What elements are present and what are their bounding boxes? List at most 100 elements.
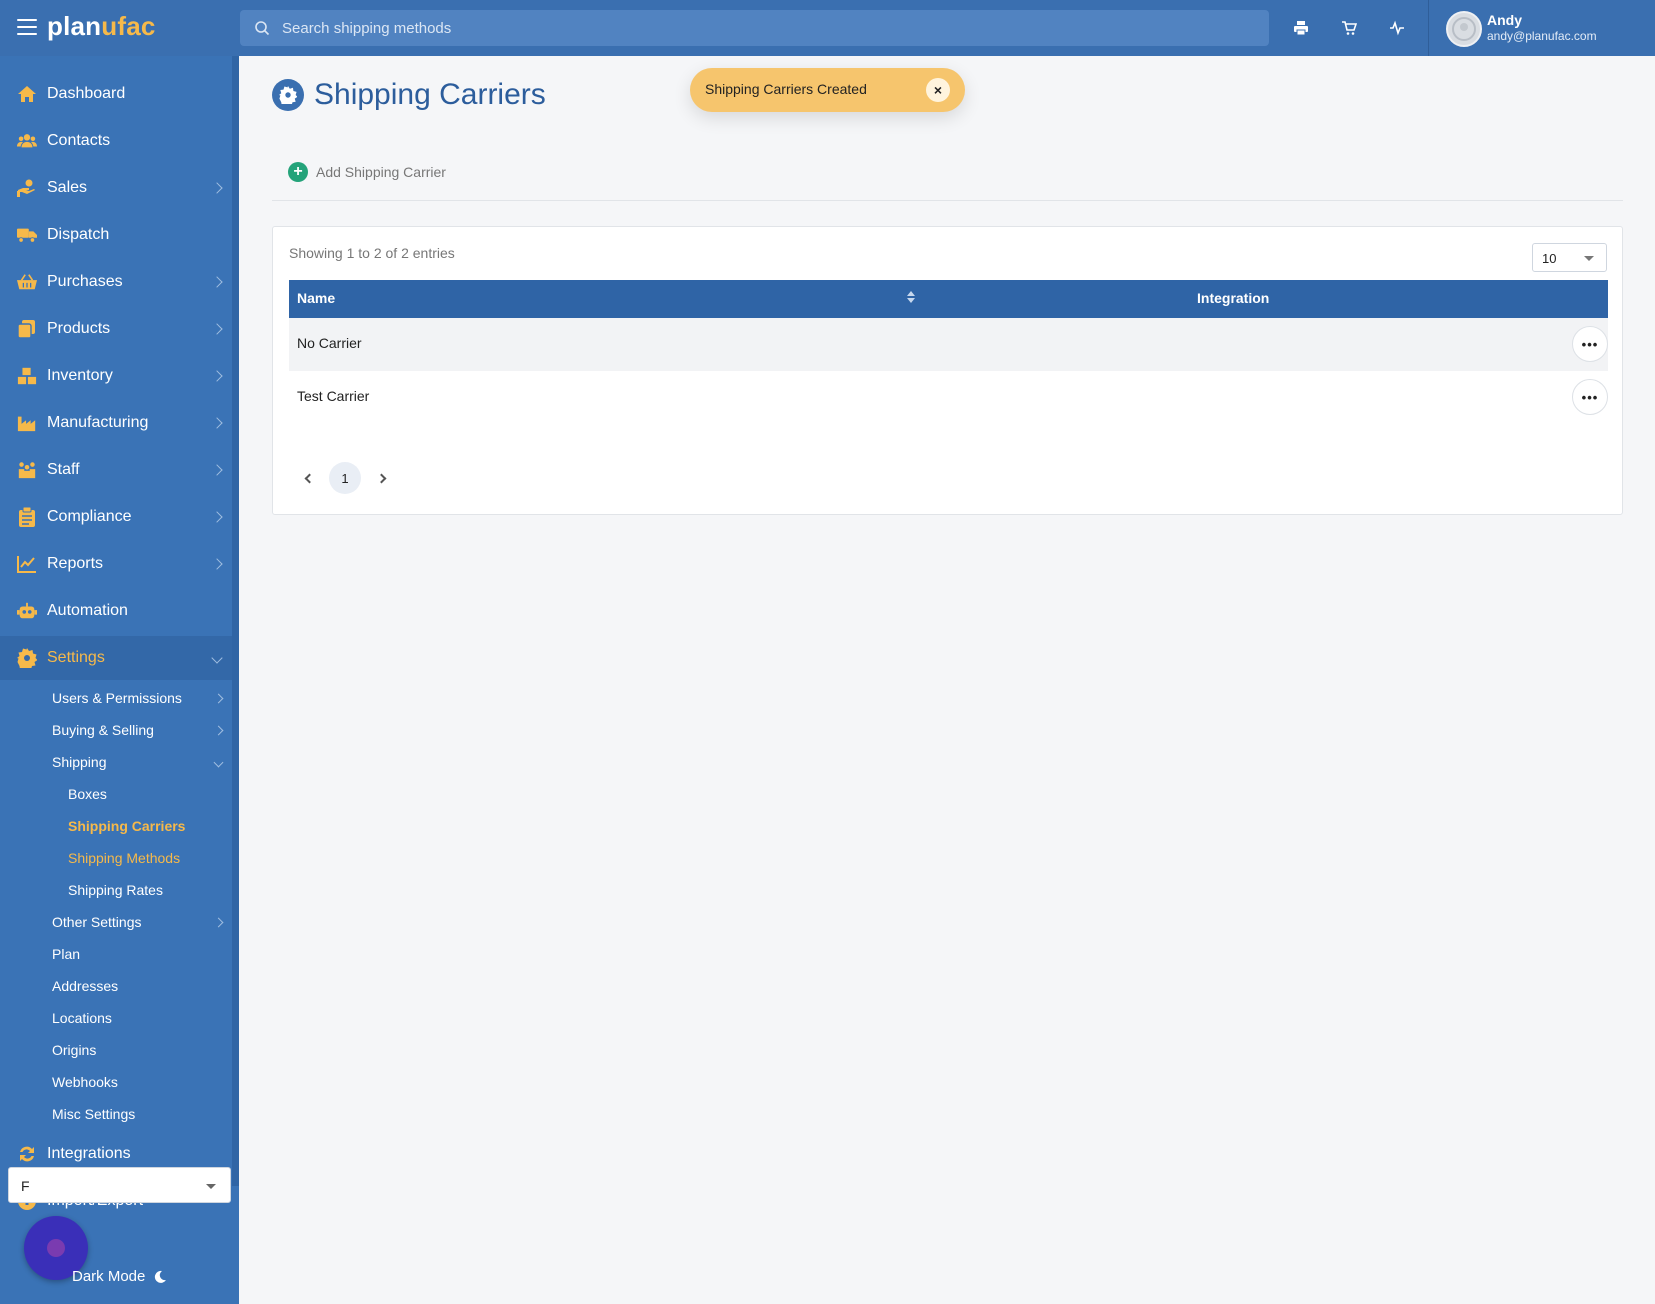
user-name[interactable]: Andy: [1487, 12, 1522, 28]
sidebar-select-value: F: [21, 1178, 30, 1194]
chevron-right-icon[interactable]: [373, 470, 389, 486]
more-options-icon[interactable]: •••: [1572, 326, 1608, 362]
clipboard-icon: [17, 507, 37, 527]
sidebar-subitem-shipping-methods[interactable]: Shipping Methods: [0, 843, 232, 873]
sidebar-item-contacts[interactable]: Contacts: [0, 119, 232, 163]
sidebar-subitem-label: Misc Settings: [52, 1106, 136, 1122]
carrier-name-cell: Test Carrier: [297, 388, 370, 404]
sidebar-subitem-other-settings[interactable]: Other Settings: [0, 907, 232, 937]
sidebar-item-automation[interactable]: Automation: [0, 589, 232, 633]
carriers-table-card: Showing 1 to 2 of 2 entries 10 Name Inte…: [272, 226, 1623, 515]
cart-icon[interactable]: [1338, 17, 1360, 39]
sidebar-subitem-label: Users & Permissions: [52, 690, 182, 706]
page-number-button[interactable]: 1: [329, 462, 361, 494]
sidebar-subitem-origins[interactable]: Origins: [0, 1035, 232, 1065]
activity-icon[interactable]: [1386, 17, 1408, 39]
sidebar-item-manufacturing[interactable]: Manufacturing: [0, 401, 232, 445]
chevron-right-icon: [213, 693, 224, 703]
chevron-right-icon: [211, 182, 223, 194]
logo-text-ufac: ufac: [101, 11, 156, 41]
sidebar-item-label: Compliance: [47, 508, 132, 525]
sync-icon: [17, 1144, 37, 1164]
sidebar-subitem-plan[interactable]: Plan: [0, 939, 232, 969]
sidebar-subitem-label: Addresses: [52, 978, 119, 994]
sidebar: Dashboard Contacts Sales Dispatch Purcha…: [0, 56, 239, 1304]
sidebar-item-label: Staff: [47, 461, 80, 478]
hamburger-menu-icon[interactable]: [17, 19, 37, 35]
sidebar-item-reports[interactable]: Reports: [0, 542, 232, 586]
sidebar-subitem-buying-selling[interactable]: Buying & Selling: [0, 715, 232, 745]
search-bar[interactable]: [240, 10, 1269, 46]
sidebar-item-dispatch[interactable]: Dispatch: [0, 213, 232, 257]
chevron-down-icon: [211, 652, 223, 664]
page-size-select[interactable]: 10: [1532, 243, 1607, 272]
sidebar-subitem-label: Shipping Carriers: [68, 818, 186, 834]
chart-line-icon: [17, 554, 37, 574]
sidebar-item-settings[interactable]: Settings: [0, 636, 232, 680]
dark-mode-toggle[interactable]: Dark Mode: [72, 1268, 167, 1285]
caret-down-icon: [1584, 256, 1594, 261]
sidebar-subitem-label: Shipping Methods: [68, 850, 181, 866]
sidebar-subitem-label: Locations: [52, 1010, 112, 1026]
sidebar-subitem-users-permissions[interactable]: Users & Permissions: [0, 683, 232, 713]
table-row[interactable]: No Carrier •••: [289, 318, 1608, 371]
close-icon[interactable]: ×: [926, 78, 950, 102]
sidebar-scrollbar[interactable]: [232, 56, 239, 1186]
sidebar-item-inventory[interactable]: Inventory: [0, 354, 232, 398]
sidebar-subitem-label: Shipping: [52, 754, 107, 770]
more-options-icon[interactable]: •••: [1572, 379, 1608, 415]
sidebar-subitem-webhooks[interactable]: Webhooks: [0, 1067, 232, 1097]
users-icon: [17, 131, 37, 151]
sidebar-item-label: Dispatch: [47, 226, 110, 243]
divider: [272, 200, 1623, 201]
sidebar-subitem-shipping-rates[interactable]: Shipping Rates: [0, 875, 232, 905]
add-shipping-carrier-label: Add Shipping Carrier: [316, 164, 446, 180]
sidebar-select[interactable]: F: [8, 1167, 231, 1203]
sidebar-item-label: Integrations: [47, 1145, 131, 1162]
chevron-left-icon[interactable]: [301, 470, 317, 486]
sort-icon[interactable]: [907, 291, 915, 305]
column-header-integration[interactable]: Integration: [1197, 290, 1269, 306]
basket-icon: [17, 272, 37, 292]
sidebar-item-label: Products: [47, 320, 111, 337]
avatar[interactable]: [1446, 11, 1482, 47]
chevron-right-icon: [211, 558, 223, 570]
sidebar-subitem-shipping[interactable]: Shipping: [0, 747, 232, 777]
printer-icon[interactable]: [1290, 17, 1312, 39]
top-bar: planufac Andy andy@planufac.com: [0, 0, 1655, 56]
sidebar-item-label: Dashboard: [47, 85, 126, 102]
sidebar-subitem-label: Plan: [52, 946, 81, 962]
sidebar-item-sales[interactable]: Sales: [0, 166, 232, 210]
table-row[interactable]: Test Carrier •••: [289, 371, 1608, 424]
page-header: Shipping Carriers: [272, 78, 546, 112]
chevron-right-icon: [211, 323, 223, 335]
sidebar-item-label: Inventory: [47, 367, 113, 384]
sidebar-item-products[interactable]: Products: [0, 307, 232, 351]
factory-icon: [17, 413, 37, 433]
people-icon: [17, 460, 37, 480]
page-title: Shipping Carriers: [314, 78, 546, 111]
sidebar-item-label: Reports: [47, 555, 104, 572]
sidebar-subitem-label: Boxes: [68, 786, 107, 802]
add-shipping-carrier-button[interactable]: + Add Shipping Carrier: [288, 162, 446, 182]
app-logo[interactable]: planufac: [47, 11, 156, 42]
column-header-name[interactable]: Name: [297, 290, 335, 306]
chevron-right-icon: [211, 370, 223, 382]
sidebar-item-dashboard[interactable]: Dashboard: [0, 72, 232, 116]
sidebar-subitem-label: Origins: [52, 1042, 97, 1058]
sidebar-subitem-shipping-carriers[interactable]: Shipping Carriers: [0, 811, 232, 841]
user-avatar-icon: [1452, 17, 1476, 41]
truck-icon: [17, 225, 37, 245]
chevron-right-icon: [211, 511, 223, 523]
search-input[interactable]: [282, 19, 1182, 37]
sidebar-item-compliance[interactable]: Compliance: [0, 495, 232, 539]
plus-circle-icon: +: [288, 162, 308, 182]
sidebar-item-staff[interactable]: Staff: [0, 448, 232, 492]
sidebar-subitem-misc-settings[interactable]: Misc Settings: [0, 1099, 232, 1129]
sidebar-subitem-boxes[interactable]: Boxes: [0, 779, 232, 809]
sidebar-item-purchases[interactable]: Purchases: [0, 260, 232, 304]
user-email: andy@planufac.com: [1487, 29, 1597, 43]
sidebar-subitem-locations[interactable]: Locations: [0, 1003, 232, 1033]
sidebar-subitem-addresses[interactable]: Addresses: [0, 971, 232, 1001]
boxes-icon: [17, 366, 37, 386]
